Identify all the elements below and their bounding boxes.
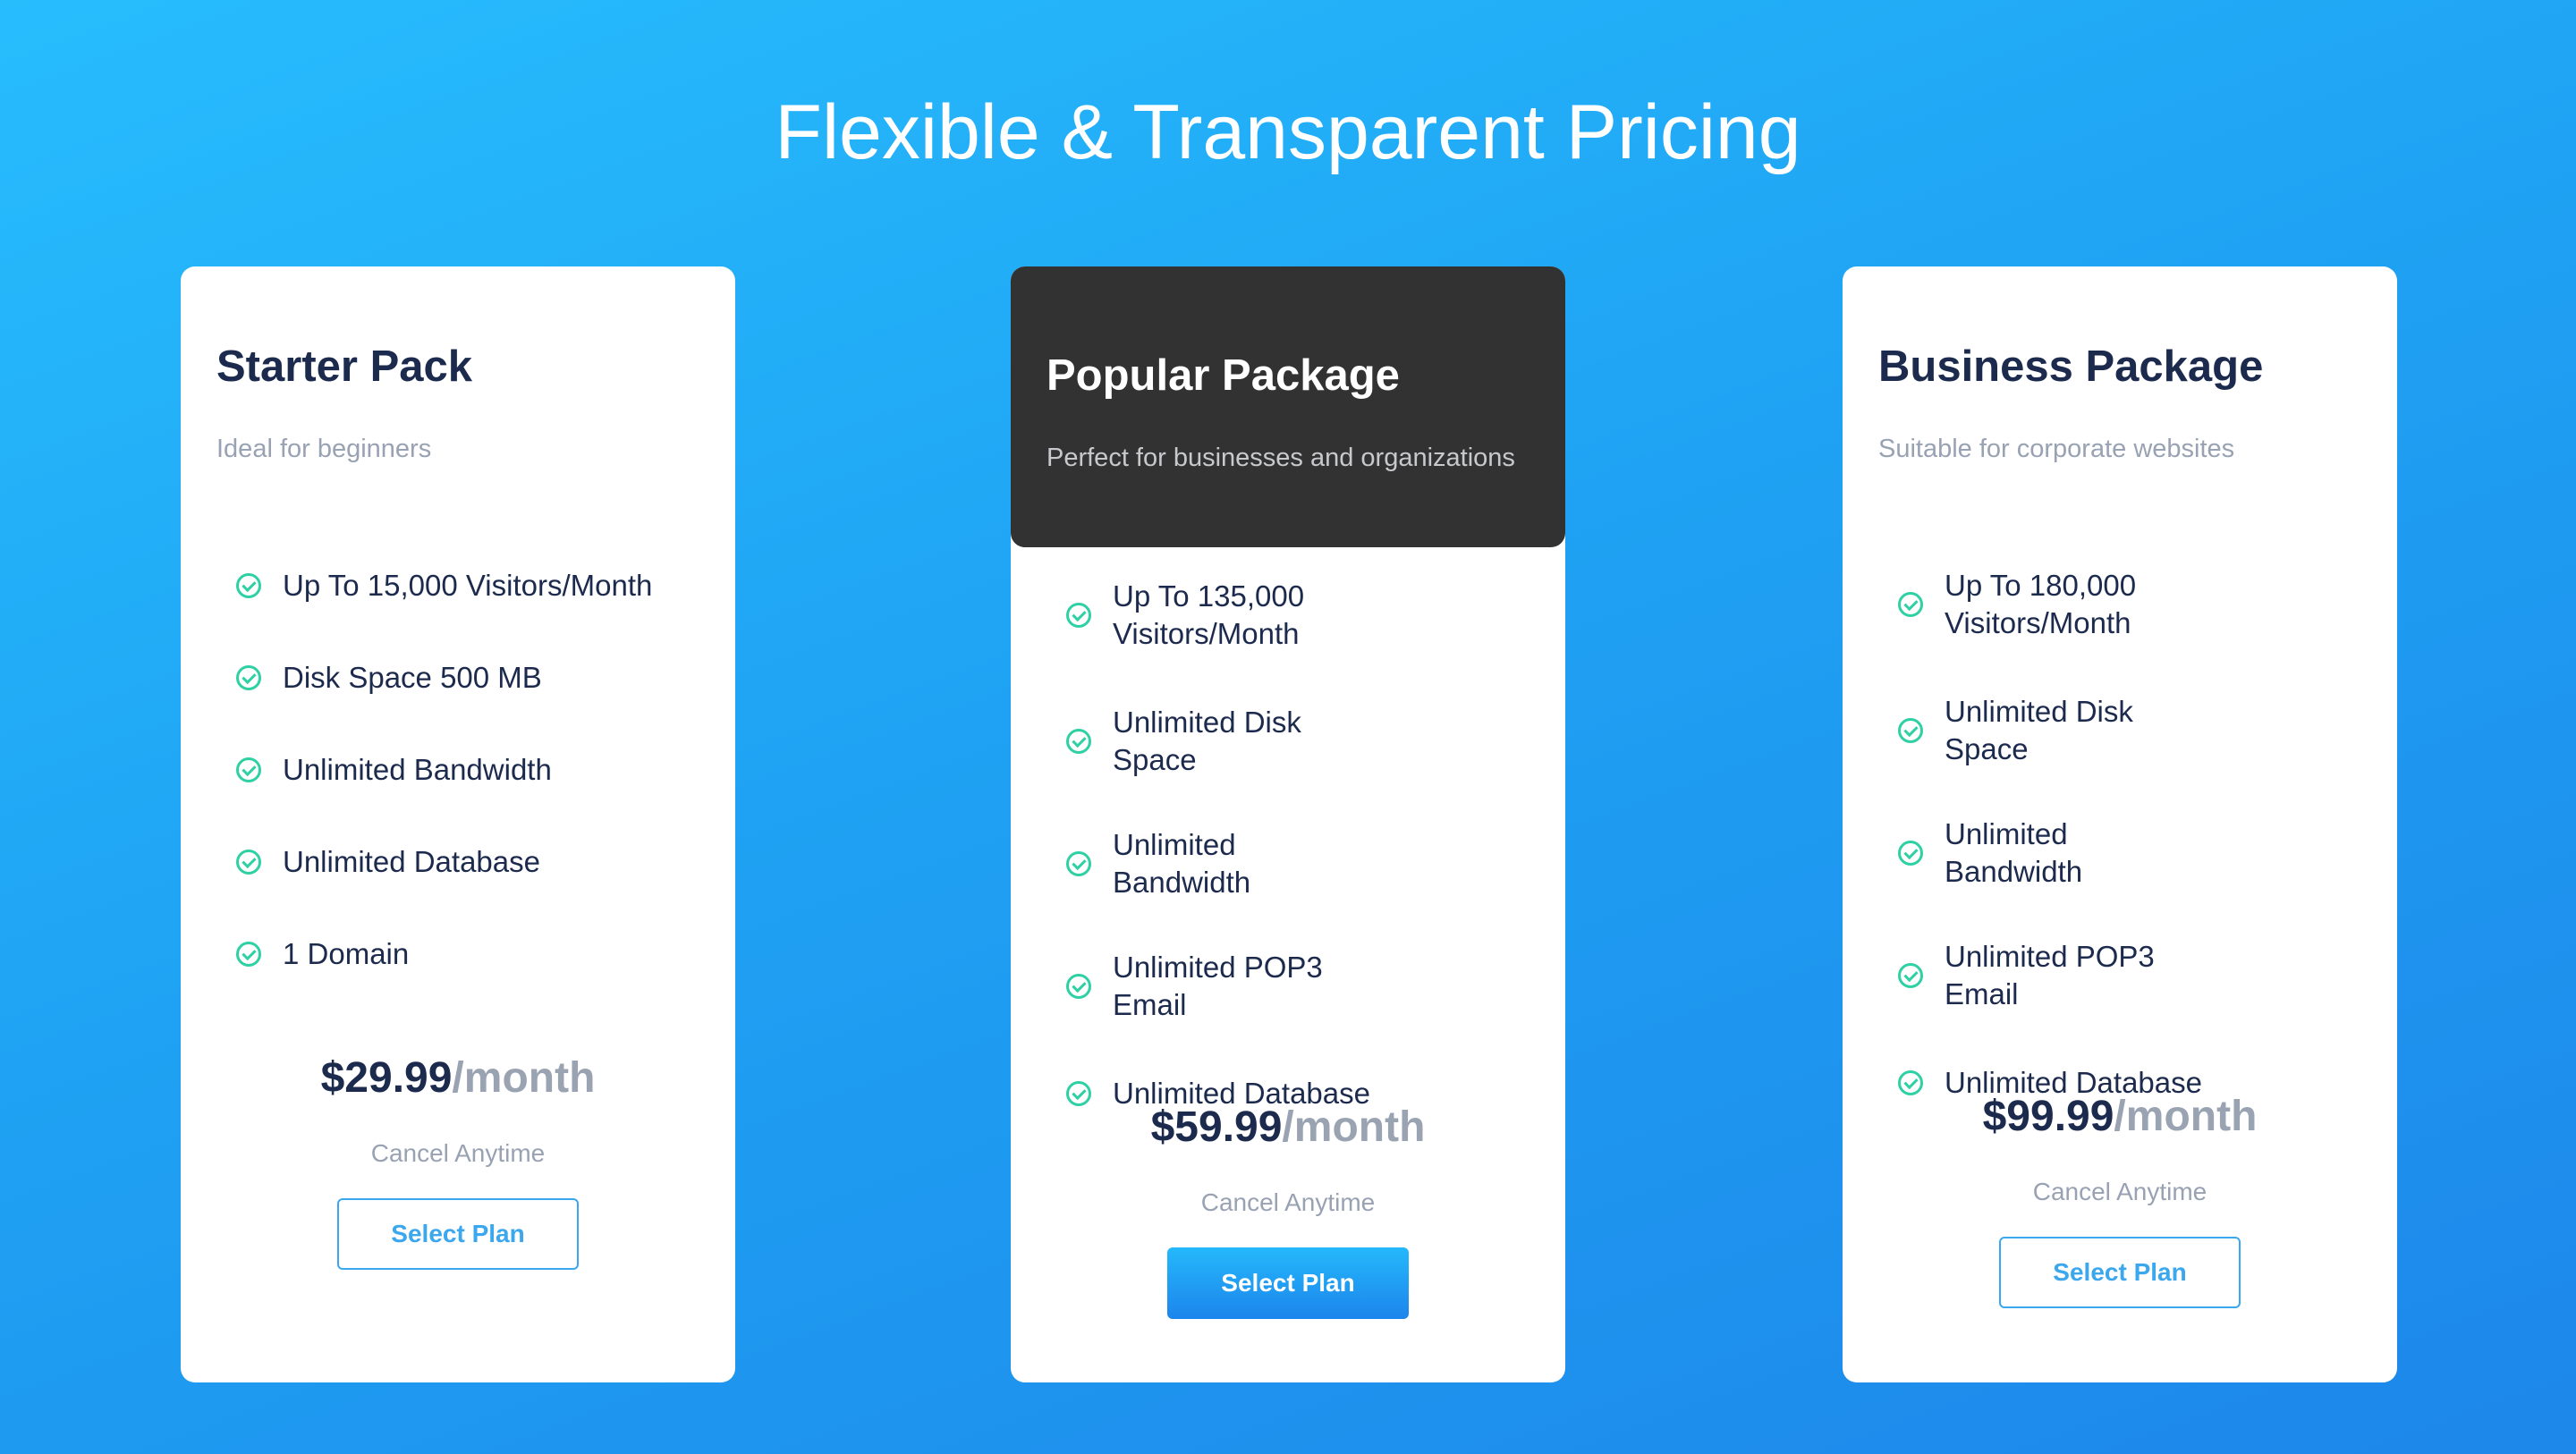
check-circle-icon (1898, 841, 1923, 866)
price: $59.99/month (1011, 1101, 1565, 1154)
select-plan-button[interactable]: Select Plan (337, 1198, 579, 1270)
price-period: /month (1282, 1103, 1426, 1151)
check-circle-icon (1898, 963, 1923, 988)
plan-name: Starter Pack (216, 342, 473, 391)
feature-text: Up To 15,000 Visitors/Month (283, 569, 653, 602)
feature-text: Unlimited POP3 Email (1945, 940, 2155, 1010)
feature-item: Unlimited Bandwidth (216, 748, 717, 792)
price-period: /month (2114, 1093, 2258, 1140)
feature-text: 1 Domain (283, 937, 410, 970)
feature-item: Unlimited Disk Space (1046, 704, 1547, 779)
plan-description: Ideal for beginners (216, 435, 432, 463)
feature-item: 1 Domain (216, 932, 717, 976)
page-title: Flexible & Transparent Pricing (775, 89, 1801, 175)
cancel-note: Cancel Anytime (2032, 1178, 2207, 1205)
price-amount: $29.99 (320, 1054, 453, 1102)
check-circle-icon (1066, 603, 1091, 628)
feature-item: Unlimited POP3 Email (1046, 949, 1547, 1024)
feature-item: Unlimited Bandwidth (1046, 826, 1547, 901)
feature-item: Up To 135,000 Visitors/Month (1046, 574, 1547, 656)
price-period: /month (452, 1054, 596, 1102)
feature-text: Unlimited Bandwidth (1945, 817, 2083, 888)
cancel-note: Cancel Anytime (1200, 1188, 1376, 1216)
plan-name: Popular Package (1046, 351, 1400, 400)
check-circle-icon (1898, 592, 1923, 617)
check-circle-icon (236, 850, 261, 875)
feature-item: Disk Space 500 MB (216, 655, 717, 700)
price: $99.99/month (1843, 1090, 2397, 1144)
check-circle-icon (236, 665, 261, 690)
check-circle-icon (1066, 851, 1091, 876)
feature-item: Unlimited Database (216, 840, 717, 884)
pricing-card-business: Business Package Suitable for corporate … (1843, 266, 2397, 1382)
pricing-card-popular: Popular Package Perfect for businesses a… (1011, 266, 1565, 1382)
check-circle-icon (236, 573, 261, 598)
price-amount: $59.99 (1150, 1103, 1283, 1151)
feature-text: Unlimited Database (283, 845, 540, 878)
select-plan-button[interactable]: Select Plan (1167, 1247, 1409, 1319)
plan-description: Suitable for corporate websites (1878, 435, 2235, 463)
feature-text: Unlimited POP3 Email (1113, 951, 1323, 1021)
price: $29.99/month (181, 1052, 735, 1105)
feature-text: Unlimited Disk Space (1945, 695, 2133, 765)
feature-text: Up To 180,000 Visitors/Month (1945, 569, 2137, 639)
feature-text: Unlimited Bandwidth (283, 753, 552, 786)
check-circle-icon (1066, 974, 1091, 999)
feature-list: Up To 135,000 Visitors/Month Unlimited D… (1046, 574, 1547, 1163)
select-plan-button[interactable]: Select Plan (1999, 1237, 2241, 1308)
feature-list: Up To 15,000 Visitors/Month Disk Space 5… (216, 563, 717, 1024)
feature-item: Unlimited Disk Space (1878, 693, 2379, 768)
popular-header: Popular Package Perfect for businesses a… (1011, 266, 1565, 547)
check-circle-icon (1898, 718, 1923, 743)
check-circle-icon (236, 757, 261, 782)
feature-item: Unlimited POP3 Email (1878, 938, 2379, 1013)
feature-text: Up To 135,000 Visitors/Month (1113, 579, 1305, 650)
pricing-card-starter: Starter Pack Ideal for beginners Up To 1… (181, 266, 735, 1382)
price-amount: $99.99 (1982, 1093, 2114, 1140)
cancel-note: Cancel Anytime (370, 1139, 546, 1167)
feature-text: Disk Space 500 MB (283, 661, 542, 694)
feature-text: Unlimited Bandwidth (1113, 828, 1251, 899)
feature-item: Up To 15,000 Visitors/Month (216, 563, 717, 608)
check-circle-icon (1066, 729, 1091, 754)
plan-description: Perfect for businesses and organizations (1046, 444, 1515, 472)
feature-item: Up To 180,000 Visitors/Month (1878, 563, 2379, 646)
feature-text: Unlimited Disk Space (1113, 706, 1301, 776)
check-circle-icon (236, 942, 261, 967)
feature-item: Unlimited Bandwidth (1878, 816, 2379, 891)
feature-list: Up To 180,000 Visitors/Month Unlimited D… (1878, 563, 2379, 1153)
plan-name: Business Package (1878, 342, 2264, 391)
